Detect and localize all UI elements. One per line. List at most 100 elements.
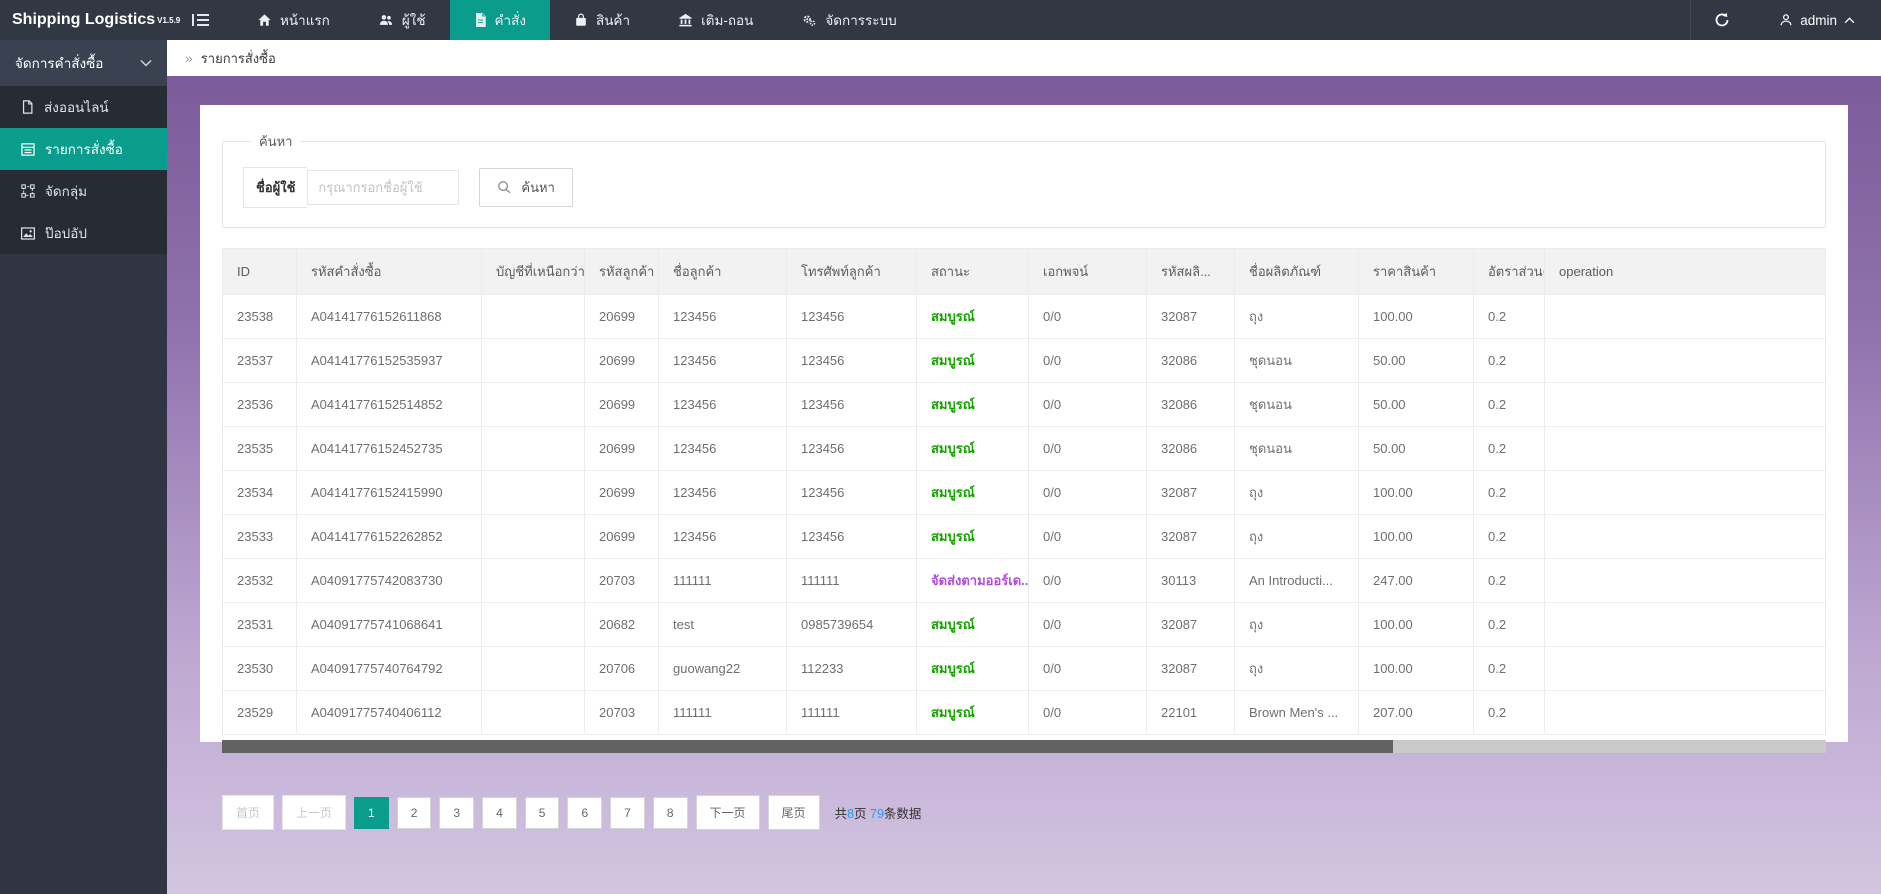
nav-item-users[interactable]: ผู้ใช้ — [354, 0, 450, 40]
table-cell: A04091775741068641 — [297, 603, 482, 647]
top-navbar: Shipping LogisticsV1.5.9 หน้าแรก ผู้ใช้ — [0, 0, 1881, 40]
content-background: ค้นหา ชื่อผู้ใช้ ค้นหา — [167, 76, 1881, 894]
sidebar-item-label: ป๊อปอัป — [45, 222, 87, 244]
table-header-cell: รหัสผลิ... — [1147, 249, 1235, 295]
admin-user-menu[interactable]: admin — [1753, 0, 1881, 40]
table-cell: 100.00 — [1359, 295, 1474, 339]
table-cell: ถุง — [1235, 603, 1359, 647]
table-cell: จัดส่งตามออร์เด... — [917, 559, 1029, 603]
pagination-next-button[interactable]: 下一页 — [696, 795, 760, 830]
table-header-cell: อัตราส่วนคอ: — [1474, 249, 1545, 295]
table-row: 23534A0414177615241599020699123456123456… — [223, 471, 1826, 515]
table-cell: 123456 — [659, 471, 787, 515]
table-header-cell: สถานะ — [917, 249, 1029, 295]
table-cell: A04141776152415990 — [297, 471, 482, 515]
search-panel: ค้นหา ชื่อผู้ใช้ ค้นหา — [222, 131, 1826, 228]
table-cell: 247.00 — [1359, 559, 1474, 603]
horizontal-scrollbar-thumb[interactable] — [222, 740, 1393, 753]
nav-item-label: เติม-ถอน — [701, 9, 753, 31]
sidebar-toggle-button[interactable] — [167, 0, 233, 40]
username-input[interactable] — [307, 170, 459, 205]
nav-item-home[interactable]: หน้าแรก — [233, 0, 354, 40]
total-pages-count: 8 — [847, 807, 854, 821]
refresh-button[interactable] — [1691, 0, 1753, 40]
horizontal-scrollbar-track[interactable] — [222, 740, 1826, 753]
search-button[interactable]: ค้นหา — [479, 168, 572, 207]
table-cell: 100.00 — [1359, 603, 1474, 647]
sidebar-item-popup[interactable]: ป๊อปอัป — [0, 212, 167, 254]
table-cell: A04091775740406112 — [297, 691, 482, 735]
table-cell: 0.2 — [1474, 647, 1545, 691]
table-header-cell: ชื่อลูกค้า — [659, 249, 787, 295]
pagination-page-8[interactable]: 8 — [653, 797, 688, 829]
table-cell: 0/0 — [1029, 471, 1147, 515]
chevron-up-icon — [1844, 17, 1855, 24]
pagination-first-button: 首页 — [222, 795, 274, 830]
search-panel-title: ค้นหา — [251, 131, 300, 152]
table-cell: 0.2 — [1474, 471, 1545, 515]
sidebar-item-send-online[interactable]: ส่งออนไลน์ — [0, 86, 167, 128]
table-cell — [482, 647, 585, 691]
table-cell: 123456 — [659, 339, 787, 383]
table-cell: 123456 — [659, 515, 787, 559]
table-cell: 23530 — [223, 647, 297, 691]
pagination-page-2[interactable]: 2 — [397, 797, 432, 829]
table-cell: 23533 — [223, 515, 297, 559]
table-cell: 123456 — [787, 339, 917, 383]
order-file-icon — [474, 13, 487, 27]
app-logo: Shipping LogisticsV1.5.9 — [0, 0, 167, 40]
pagination-page-4[interactable]: 4 — [482, 797, 517, 829]
sidebar-group-orders[interactable]: จัดการคำสั่งซื้อ — [0, 40, 167, 86]
table-cell: 50.00 — [1359, 339, 1474, 383]
sidebar-item-order-list[interactable]: รายการสั่งซื้อ — [0, 128, 167, 170]
nav-item-label: สินค้า — [596, 9, 630, 31]
table-cell: A04091775742083730 — [297, 559, 482, 603]
table-cell: 20706 — [585, 647, 659, 691]
table-cell: 20703 — [585, 691, 659, 735]
table-cell: Brown Men's ... — [1235, 691, 1359, 735]
table-header-cell: บัญชีที่เหนือกว่า — [482, 249, 585, 295]
user-icon — [1779, 13, 1793, 27]
orders-table: IDรหัสคำสั่งซื้อบัญชีที่เหนือกว่ารหัสลูก… — [222, 248, 1826, 735]
pagination-page-5[interactable]: 5 — [525, 797, 560, 829]
table-cell — [482, 515, 585, 559]
table-cell: 0/0 — [1029, 559, 1147, 603]
pagination-page-3[interactable]: 3 — [439, 797, 474, 829]
pagination-page-6[interactable]: 6 — [567, 797, 602, 829]
table-cell: สมบูรณ์ — [917, 603, 1029, 647]
nav-item-orders[interactable]: คำสั่ง — [450, 0, 550, 40]
table-cell: 112233 — [787, 647, 917, 691]
table-cell: 32087 — [1147, 603, 1235, 647]
table-cell: guowang22 — [659, 647, 787, 691]
table-cell: 0.2 — [1474, 559, 1545, 603]
nav-item-products[interactable]: สินค้า — [550, 0, 654, 40]
table-cell: 0/0 — [1029, 427, 1147, 471]
table-cell: 123456 — [659, 383, 787, 427]
table-cell: 32086 — [1147, 339, 1235, 383]
table-cell: test — [659, 603, 787, 647]
table-cell — [1545, 295, 1826, 339]
sidebar-group-label: จัดการคำสั่งซื้อ — [15, 52, 103, 74]
table-cell — [482, 295, 585, 339]
table-cell: 100.00 — [1359, 471, 1474, 515]
nav-item-deposit-withdraw[interactable]: เติม-ถอน — [654, 0, 777, 40]
table-cell: สมบูรณ์ — [917, 339, 1029, 383]
group-icon — [21, 184, 35, 198]
nav-item-system[interactable]: จัดการระบบ — [777, 0, 920, 40]
sidebar-item-grouping[interactable]: จัดกลุ่ม — [0, 170, 167, 212]
pagination-page-7[interactable]: 7 — [610, 797, 645, 829]
pagination-pages: 12345678 — [354, 797, 688, 829]
table-cell: 0/0 — [1029, 295, 1147, 339]
pagination-page-1[interactable]: 1 — [354, 797, 389, 829]
table-cell — [1545, 647, 1826, 691]
search-icon — [497, 180, 512, 195]
table-cell: 0.2 — [1474, 691, 1545, 735]
pagination-last-button[interactable]: 尾页 — [768, 795, 820, 830]
table-cell: 0/0 — [1029, 383, 1147, 427]
table-cell: 23531 — [223, 603, 297, 647]
breadcrumb: » รายการสั่งซื้อ — [167, 40, 1881, 76]
table-cell — [482, 559, 585, 603]
breadcrumb-separator-icon: » — [185, 50, 193, 66]
table-cell: สมบูรณ์ — [917, 515, 1029, 559]
refresh-icon — [1714, 12, 1730, 28]
